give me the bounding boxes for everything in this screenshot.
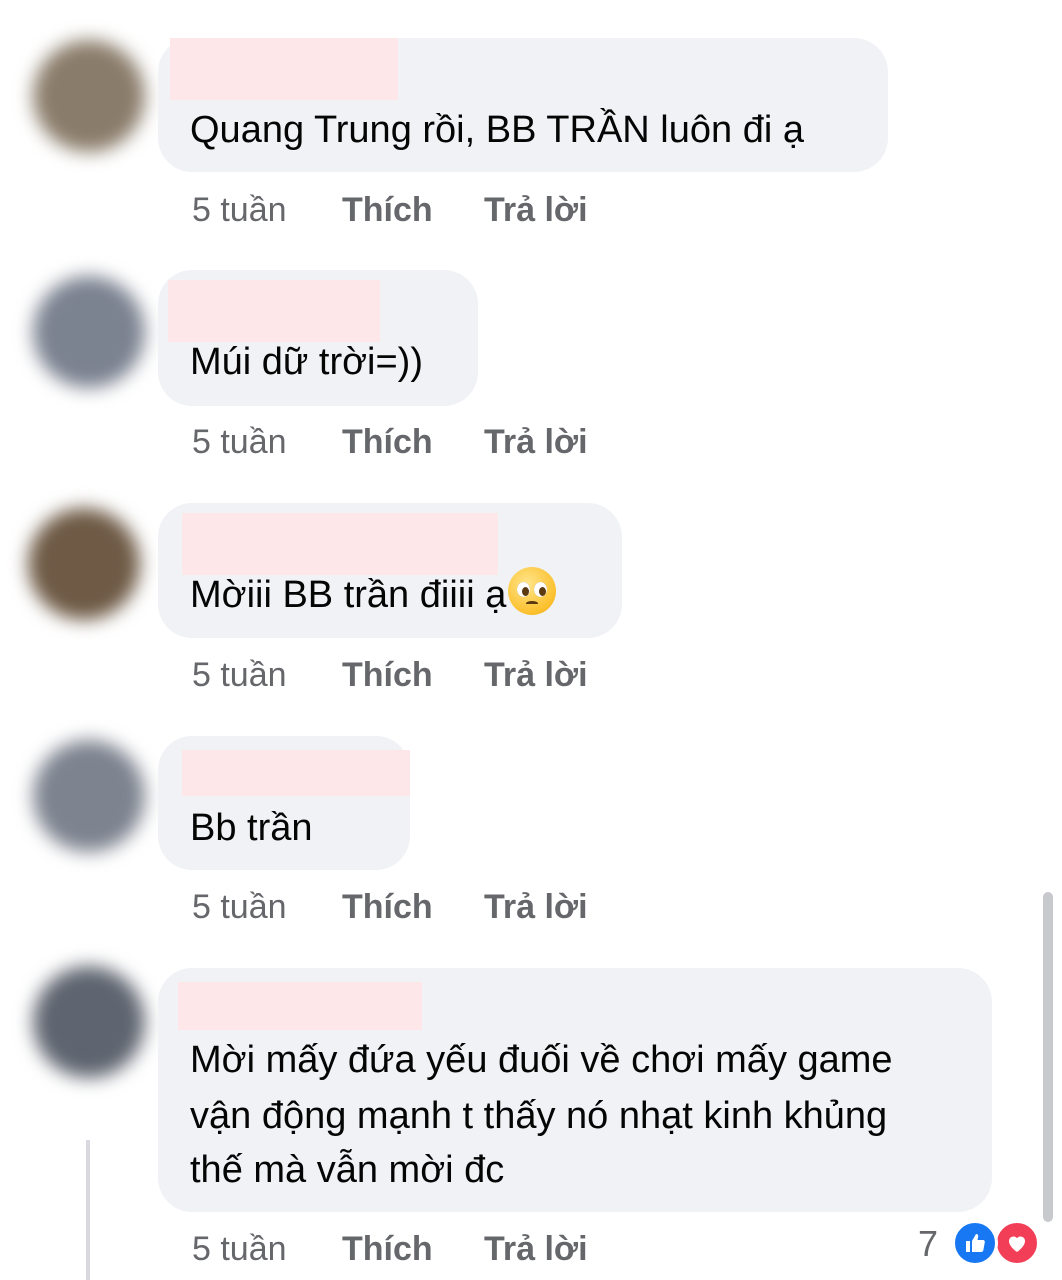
- reply-button[interactable]: Trả lời: [484, 422, 588, 462]
- reply-button[interactable]: Trả lời: [484, 190, 588, 230]
- avatar[interactable]: [33, 966, 145, 1078]
- comment-time[interactable]: 5 tuần: [192, 655, 287, 695]
- avatar[interactable]: [33, 740, 145, 852]
- comments-page: Quang Trung rồi, BB TRẦN luôn đi ạ 5 tuầ…: [0, 0, 1062, 1280]
- redacted-author-name: [168, 280, 380, 342]
- reply-button[interactable]: Trả lời: [484, 1229, 588, 1269]
- comment-text: Quang Trung rồi, BB TRẦN luôn đi ạ: [190, 109, 804, 151]
- comment-text-line: vận động mạnh t thấy nó nhạt kinh khủng: [190, 1095, 888, 1137]
- comment-text: Mờiii BB trần điiii ạ: [190, 567, 557, 623]
- like-icon[interactable]: [952, 1220, 998, 1266]
- comment-text-line: thế mà vẫn mời đc: [190, 1149, 505, 1191]
- comment-time[interactable]: 5 tuần: [192, 422, 287, 462]
- reaction-count[interactable]: 7: [918, 1222, 938, 1266]
- redacted-author-name: [170, 38, 398, 100]
- redacted-author-name: [178, 982, 422, 1030]
- comment-text-content: Mờiii BB trần điiii ạ: [190, 574, 507, 616]
- comment-time[interactable]: 5 tuần: [192, 887, 287, 927]
- avatar[interactable]: [28, 508, 140, 620]
- like-button[interactable]: Thích: [342, 1229, 433, 1269]
- redacted-author-name: [182, 513, 498, 575]
- comment-bubble[interactable]: Mời mấy đứa yếu đuối về chơi mấy game vậ…: [158, 968, 992, 1212]
- reply-thread-line: [86, 1140, 90, 1280]
- comment-text: Múi dữ trời=)): [190, 341, 423, 383]
- avatar[interactable]: [33, 40, 145, 152]
- comment-bubble[interactable]: Quang Trung rồi, BB TRẦN luôn đi ạ: [158, 38, 888, 172]
- like-button[interactable]: Thích: [342, 655, 433, 695]
- comment-time[interactable]: 5 tuần: [192, 190, 287, 230]
- pleading-face-emoji: [508, 567, 557, 615]
- comment-bubble[interactable]: Mờiii BB trần điiii ạ: [158, 503, 622, 638]
- love-icon[interactable]: [994, 1220, 1040, 1266]
- like-button[interactable]: Thích: [342, 887, 433, 927]
- comment-bubble[interactable]: Bb trần: [158, 736, 410, 870]
- redacted-author-name: [182, 750, 410, 796]
- comment-time[interactable]: 5 tuần: [192, 1229, 287, 1269]
- comment-text-line: Mời mấy đứa yếu đuối về chơi mấy game: [190, 1039, 893, 1081]
- reply-button[interactable]: Trả lời: [484, 887, 588, 927]
- comment-text: Bb trần: [190, 807, 313, 849]
- like-button[interactable]: Thích: [342, 422, 433, 462]
- scrollbar[interactable]: [1043, 892, 1053, 1222]
- like-button[interactable]: Thích: [342, 190, 433, 230]
- comment-bubble[interactable]: Múi dữ trời=)): [158, 270, 478, 406]
- reply-button[interactable]: Trả lời: [484, 655, 588, 695]
- avatar[interactable]: [33, 276, 145, 388]
